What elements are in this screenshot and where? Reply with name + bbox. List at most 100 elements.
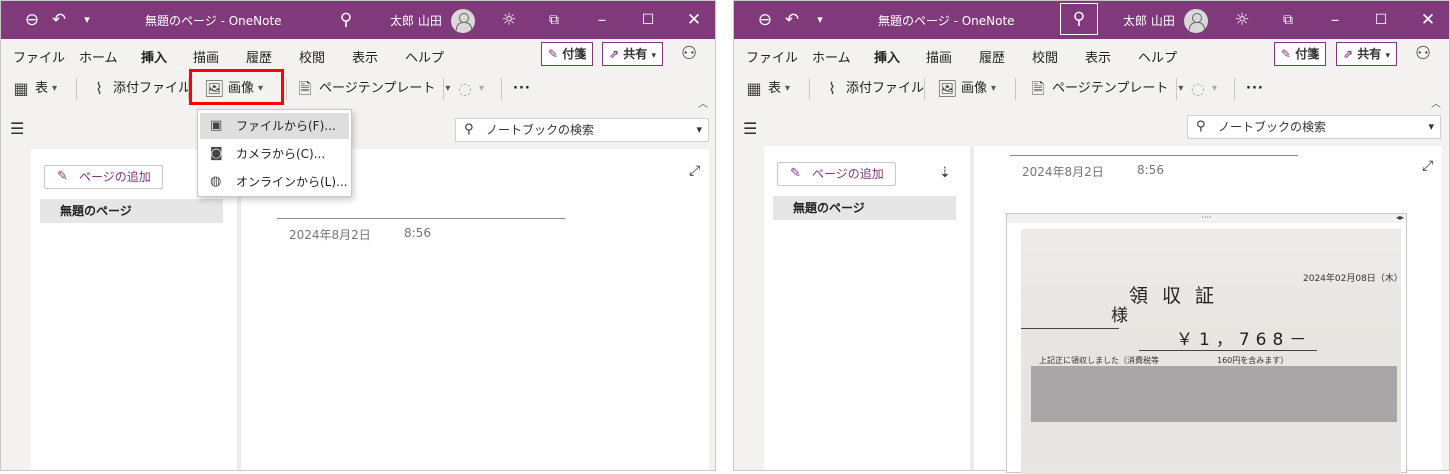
tab-insert[interactable]: 挿入 xyxy=(874,47,901,71)
page-template-label: ページテンプレート xyxy=(319,81,436,96)
share-button[interactable]: ⇗ 共有 ▾ xyxy=(1336,42,1397,66)
tab-history[interactable]: 履歴 xyxy=(979,47,1005,66)
chevron-down-icon: ▾ xyxy=(479,83,485,94)
more-button[interactable]: ··· xyxy=(1246,77,1264,101)
expand-icon[interactable]: ⤢ xyxy=(1422,158,1433,174)
ribbon-divider xyxy=(501,78,502,100)
maximize-icon[interactable]: ☐ xyxy=(1368,7,1394,33)
notebook-search[interactable]: ⚲ ノートブックの検索 ▾ xyxy=(1187,115,1441,139)
feedback-icon[interactable]: ⚇ xyxy=(1415,43,1431,64)
close-icon[interactable]: ✕ xyxy=(681,7,707,33)
ribbon: ▦ 表 ▾ ⌇ 添付ファイル 🖼 画像 ▾ 🗎 ページテンプレート ▾ ◌ ▾ … xyxy=(734,69,1449,110)
table-button[interactable]: ▦ 表 ▾ xyxy=(744,77,790,101)
feedback-icon[interactable]: ⚇ xyxy=(681,43,697,64)
tab-home[interactable]: ホーム xyxy=(79,47,118,66)
search-icon: ⚲ xyxy=(1072,9,1086,29)
hamburger-icon[interactable]: ☰ xyxy=(10,119,24,138)
more-button[interactable]: ··· xyxy=(513,77,531,101)
notebook-search[interactable]: ⚲ ノートブックの検索 ▾ xyxy=(455,118,709,142)
add-page-button[interactable]: ✎ ページの追加 xyxy=(777,162,896,186)
sort-icon[interactable]: ⇣ xyxy=(939,165,951,181)
lightbulb-icon[interactable]: ☼ xyxy=(1229,7,1255,33)
receipt-date: 2024年02月08日（木） xyxy=(1303,274,1401,284)
sticky-notes-button[interactable]: ✎ 付箋 xyxy=(1274,42,1327,66)
search-icon: ⚲ xyxy=(1196,119,1206,134)
page-canvas[interactable]: 2024年8月2日 8:56 ⤢ xyxy=(241,149,709,470)
page-list-panel: ✎ ページの追加 無題のページ xyxy=(31,149,241,470)
page-time: 8:56 xyxy=(1137,163,1164,177)
window-title: 無題のページ - OneNote xyxy=(878,14,1015,28)
resize-arrows-icon[interactable]: ◂▸ xyxy=(1396,214,1404,222)
inserted-image-container[interactable]: ···· ◂▸ 2024年02月08日（木） 領収証 様 ￥1，768－ 上記正に… xyxy=(1006,213,1407,474)
share-button[interactable]: ⇗ 共有 ▾ xyxy=(602,42,663,66)
tab-draw[interactable]: 描画 xyxy=(926,47,952,66)
expand-icon[interactable]: ⤢ xyxy=(689,163,700,179)
page-template-button[interactable]: 🗎 ページテンプレート ▾ xyxy=(1028,77,1184,101)
ribbon-divider xyxy=(1234,78,1235,100)
tab-draw[interactable]: 描画 xyxy=(193,47,219,66)
fullscreen-icon[interactable]: ⧉ xyxy=(541,7,567,33)
ribbon-divider xyxy=(1015,78,1016,100)
minimize-icon[interactable]: – xyxy=(1322,7,1348,33)
tab-file[interactable]: ファイル xyxy=(13,47,65,66)
chevron-down-icon: ▾ xyxy=(1178,83,1184,94)
minimize-icon[interactable]: – xyxy=(589,7,615,33)
back-icon[interactable]: ⊖ xyxy=(752,7,778,33)
chevron-up-icon[interactable]: ︿ xyxy=(698,95,708,110)
tab-view[interactable]: 表示 xyxy=(1085,47,1111,66)
chevron-down-icon: ▾ xyxy=(651,51,656,61)
image-label: 画像 xyxy=(961,81,988,96)
attach-file-label: 添付ファイル xyxy=(846,81,925,96)
hamburger-icon[interactable]: ☰ xyxy=(743,119,757,138)
tab-insert[interactable]: 挿入 xyxy=(141,47,168,71)
user-name[interactable]: 太郎 山田 xyxy=(390,12,442,29)
attach-file-button[interactable]: ⌇ 添付ファイル xyxy=(822,77,924,101)
tab-help[interactable]: ヘルプ xyxy=(1138,47,1177,66)
page-title-line[interactable] xyxy=(1010,155,1298,156)
tab-home[interactable]: ホーム xyxy=(812,47,851,66)
ink-button[interactable]: ◌ ▾ xyxy=(1188,77,1217,101)
attach-file-button[interactable]: ⌇ 添付ファイル xyxy=(89,77,191,101)
menu-item-online[interactable]: ◍ オンラインから(L)... xyxy=(200,169,349,195)
close-icon[interactable]: ✕ xyxy=(1415,7,1441,33)
ink-button[interactable]: ◌ ▾ xyxy=(455,77,484,101)
page-template-button[interactable]: 🗎 ページテンプレート ▾ xyxy=(295,77,451,101)
tab-review[interactable]: 校閲 xyxy=(1032,47,1058,66)
chevron-down-icon: ▾ xyxy=(445,83,451,94)
fullscreen-icon[interactable]: ⧉ xyxy=(1275,7,1301,33)
menu-bar: ファイル ホーム 挿入 描画 履歴 校閲 表示 ヘルプ ✎ 付箋 ⇗ 共有 ▾ … xyxy=(1,39,715,71)
maximize-icon[interactable]: ☐ xyxy=(635,7,661,33)
menu-item-from-file[interactable]: ▣ ファイルから(F)... xyxy=(200,113,349,139)
receipt-image[interactable]: 2024年02月08日（木） 領収証 様 ￥1，768－ 上記正に領収しました（… xyxy=(1021,229,1401,474)
customize-icon[interactable]: ▾ xyxy=(807,7,833,33)
chevron-up-icon[interactable]: ︿ xyxy=(1431,95,1441,110)
tab-history[interactable]: 履歴 xyxy=(246,47,272,66)
receipt-note: 上記正に領収しました（消費税等 xyxy=(1039,356,1159,365)
menu-item-from-camera[interactable]: ◙ カメラから(C)... xyxy=(200,141,349,167)
image-move-handle[interactable]: ···· ◂▸ xyxy=(1007,214,1406,223)
image-icon: 🖼 xyxy=(937,79,958,98)
page-list-item[interactable]: 無題のページ xyxy=(40,199,223,223)
table-button[interactable]: ▦ 表 ▾ xyxy=(11,77,57,101)
page-title-line[interactable] xyxy=(277,218,565,219)
lightbulb-icon[interactable]: ☼ xyxy=(496,7,522,33)
undo-icon[interactable]: ↶ xyxy=(779,7,805,33)
tab-review[interactable]: 校閲 xyxy=(299,47,325,66)
avatar[interactable] xyxy=(1184,9,1208,33)
back-icon[interactable]: ⊖ xyxy=(19,7,45,33)
share-icon: ⇗ xyxy=(1343,47,1354,61)
sticky-notes-button[interactable]: ✎ 付箋 xyxy=(541,42,594,66)
customize-icon[interactable]: ▾ xyxy=(74,7,100,33)
tab-help[interactable]: ヘルプ xyxy=(405,47,444,66)
image-button[interactable]: 🖼 画像 ▾ xyxy=(937,77,996,101)
tab-view[interactable]: 表示 xyxy=(352,47,378,66)
undo-icon[interactable]: ↶ xyxy=(46,7,72,33)
avatar[interactable] xyxy=(451,9,475,33)
user-name[interactable]: 太郎 山田 xyxy=(1123,12,1175,29)
page-list-item[interactable]: 無題のページ xyxy=(773,196,956,220)
add-page-button[interactable]: ✎ ページの追加 xyxy=(44,165,163,189)
title-search-box[interactable]: ⚲ xyxy=(1060,3,1098,35)
template-icon: 🗎 xyxy=(1031,79,1045,98)
tab-file[interactable]: ファイル xyxy=(746,47,798,66)
search-icon[interactable]: ⚲ xyxy=(333,7,359,33)
